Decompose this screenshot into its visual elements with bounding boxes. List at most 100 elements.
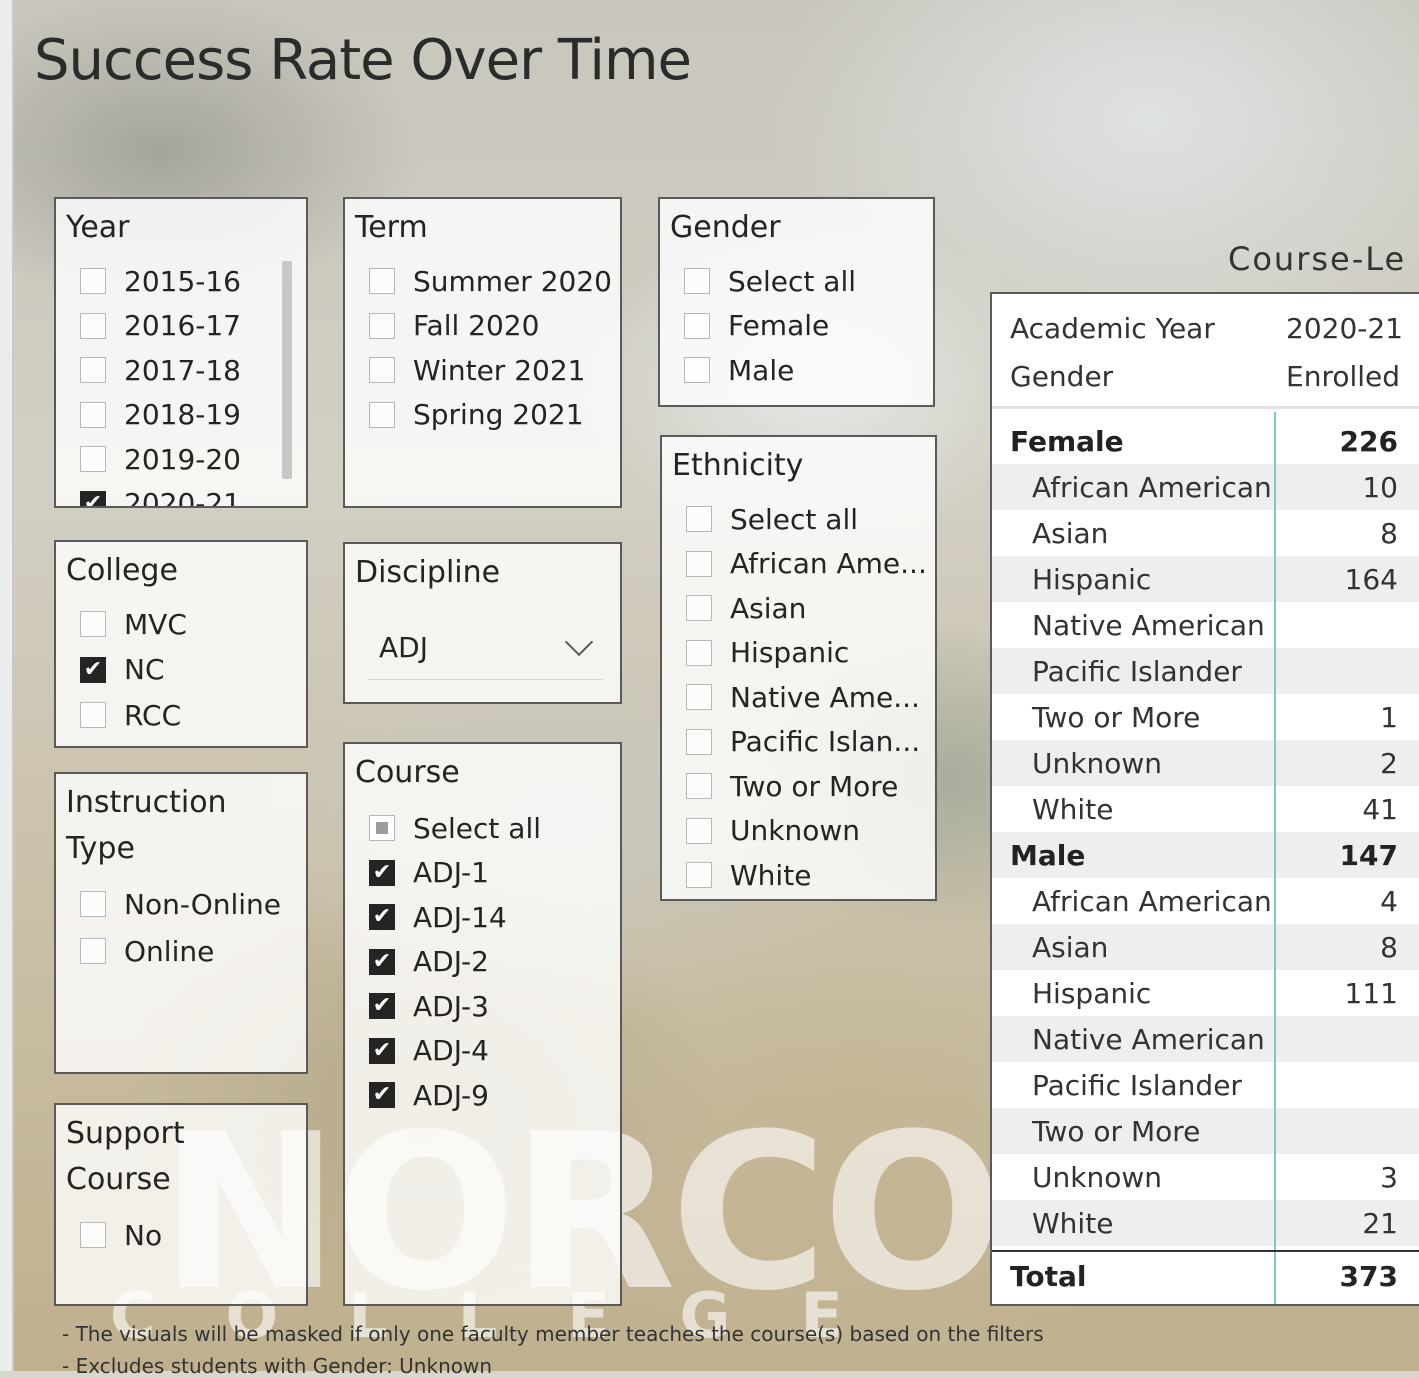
slicer-option[interactable]: ✔ ADJ-3 <box>369 984 489 1028</box>
enrolled-column-header[interactable]: Enrolled <box>1286 360 1400 393</box>
checkbox-icon[interactable] <box>686 595 712 621</box>
table-header-academic-year: Academic Year 2020-21 <box>992 304 1419 352</box>
slicer-option[interactable]: Spring 2021 <box>369 393 584 437</box>
slicer-option[interactable]: Hispanic <box>686 631 849 675</box>
checkbox-icon[interactable] <box>369 401 395 428</box>
checked-checkbox-icon[interactable]: ✔ <box>80 490 106 506</box>
checked-checkbox-icon[interactable]: ✔ <box>369 904 395 930</box>
slicer-option[interactable]: Select all <box>686 497 858 541</box>
checkbox-icon[interactable] <box>686 506 712 532</box>
checkbox-icon[interactable] <box>80 446 106 472</box>
slicer-option[interactable]: Select all <box>684 259 856 303</box>
checkbox-icon[interactable] <box>686 862 712 888</box>
table-row[interactable]: White 21 <box>992 1200 1419 1246</box>
slicer-option[interactable]: Pacific Islan... <box>686 720 920 764</box>
checkbox-icon[interactable] <box>80 1222 106 1248</box>
slicer-option[interactable]: MVC <box>80 602 187 646</box>
slicer-option[interactable]: 2018-19 <box>80 393 241 437</box>
checkbox-icon[interactable] <box>369 357 395 383</box>
checkbox-icon[interactable] <box>80 611 106 637</box>
checkbox-icon[interactable] <box>80 357 106 383</box>
checked-checkbox-icon[interactable]: ✔ <box>369 948 395 975</box>
academic-year-value[interactable]: 2020-21 <box>1286 312 1403 345</box>
year-slicer-scrollbar[interactable] <box>282 261 292 479</box>
checkbox-icon[interactable] <box>369 268 395 294</box>
table-row[interactable]: Unknown 2 <box>992 740 1419 786</box>
table-row[interactable]: Hispanic 164 <box>992 556 1419 602</box>
checkbox-icon[interactable] <box>686 817 712 844</box>
slicer-option[interactable]: ✔ ADJ-14 <box>369 895 507 939</box>
slicer-option[interactable]: ✔ ADJ-2 <box>369 940 489 984</box>
slicer-option[interactable]: Two or More <box>686 764 898 808</box>
slicer-option[interactable]: ✔ ADJ-9 <box>369 1073 489 1117</box>
slicer-option[interactable]: Unknown <box>686 809 860 853</box>
slicer-option[interactable]: ✔ 2020-21 <box>80 482 241 506</box>
checked-checkbox-icon[interactable]: ✔ <box>80 656 106 683</box>
checkbox-icon[interactable] <box>80 312 106 339</box>
discipline-dropdown[interactable]: ADJ <box>367 616 603 680</box>
checked-checkbox-icon[interactable]: ✔ <box>369 1037 395 1064</box>
checkbox-icon[interactable] <box>686 684 712 710</box>
slicer-option[interactable]: Fall 2020 <box>369 304 539 348</box>
row-value: 111 <box>1344 976 1398 1010</box>
academic-year-label[interactable]: Academic Year <box>1010 312 1215 345</box>
table-row[interactable]: Asian 8 <box>992 924 1419 970</box>
table-row[interactable]: Native American <box>992 602 1419 648</box>
checkbox-icon[interactable] <box>684 268 710 294</box>
slicer-option[interactable]: Asian <box>686 586 806 630</box>
table-group-row[interactable]: Female 226 <box>992 418 1419 464</box>
checkbox-icon[interactable] <box>80 702 106 728</box>
slicer-option[interactable]: 2019-20 <box>80 437 241 481</box>
checkbox-icon[interactable] <box>684 312 710 339</box>
row-value: 4 <box>1380 884 1398 918</box>
table-row[interactable]: Two or More 1 <box>992 694 1419 740</box>
checked-checkbox-icon[interactable]: ✔ <box>369 1082 395 1108</box>
checkbox-icon[interactable] <box>686 550 712 577</box>
slicer-option[interactable]: Winter 2021 <box>369 348 585 392</box>
checkbox-icon[interactable] <box>369 312 395 339</box>
slicer-option-label: ADJ-2 <box>413 945 489 978</box>
slicer-option[interactable]: Online <box>80 929 214 973</box>
slicer-option[interactable]: Female <box>684 304 829 348</box>
table-row[interactable]: Pacific Islander <box>992 648 1419 694</box>
table-row[interactable]: White 41 <box>992 786 1419 832</box>
checkbox-icon[interactable] <box>80 401 106 428</box>
gender-column-header[interactable]: Gender <box>1010 360 1113 393</box>
slicer-option[interactable]: ✔ ADJ-4 <box>369 1029 489 1073</box>
table-row[interactable]: Unknown 3 <box>992 1154 1419 1200</box>
slicer-option-label: ADJ-3 <box>413 989 489 1023</box>
checkbox-icon[interactable] <box>80 938 106 964</box>
slicer-option[interactable]: Select all <box>369 806 541 850</box>
slicer-option[interactable]: ✔ NC <box>80 648 165 692</box>
slicer-option[interactable]: Non-Online <box>80 882 281 926</box>
checkbox-icon[interactable] <box>80 268 106 294</box>
slicer-option[interactable]: African Ame... <box>686 542 927 586</box>
table-row[interactable]: African American 10 <box>992 464 1419 510</box>
table-row[interactable]: Pacific Islander <box>992 1062 1419 1108</box>
checkbox-icon[interactable] <box>686 773 712 799</box>
table-row[interactable]: Native American <box>992 1016 1419 1062</box>
slicer-option[interactable]: 2017-18 <box>80 348 241 392</box>
slicer-option[interactable]: 2015-16 <box>80 259 241 303</box>
checkbox-icon[interactable] <box>686 639 712 666</box>
slicer-option[interactable]: 2016-17 <box>80 304 241 348</box>
slicer-option[interactable]: Male <box>684 348 794 392</box>
table-row[interactable]: Two or More <box>992 1108 1419 1154</box>
table-row[interactable]: African American 4 <box>992 878 1419 924</box>
row-label: Native American <box>1032 1022 1265 1056</box>
slicer-option[interactable]: RCC <box>80 693 181 737</box>
table-row[interactable]: Hispanic 111 <box>992 970 1419 1016</box>
checkbox-icon[interactable] <box>686 728 712 755</box>
table-row[interactable]: Asian 8 <box>992 510 1419 556</box>
checkbox-icon[interactable] <box>684 357 710 383</box>
slicer-option[interactable]: Native Ame... <box>686 675 920 719</box>
slicer-option[interactable]: No <box>80 1213 162 1257</box>
checked-checkbox-icon[interactable]: ✔ <box>369 993 395 1019</box>
table-group-row[interactable]: Male 147 <box>992 832 1419 878</box>
slicer-option[interactable]: White <box>686 853 811 897</box>
slicer-option[interactable]: Summer 2020 <box>369 259 612 303</box>
checked-checkbox-icon[interactable]: ✔ <box>369 859 395 886</box>
checkbox-icon[interactable] <box>369 815 395 841</box>
slicer-option[interactable]: ✔ ADJ-1 <box>369 851 489 895</box>
checkbox-icon[interactable] <box>80 891 106 917</box>
